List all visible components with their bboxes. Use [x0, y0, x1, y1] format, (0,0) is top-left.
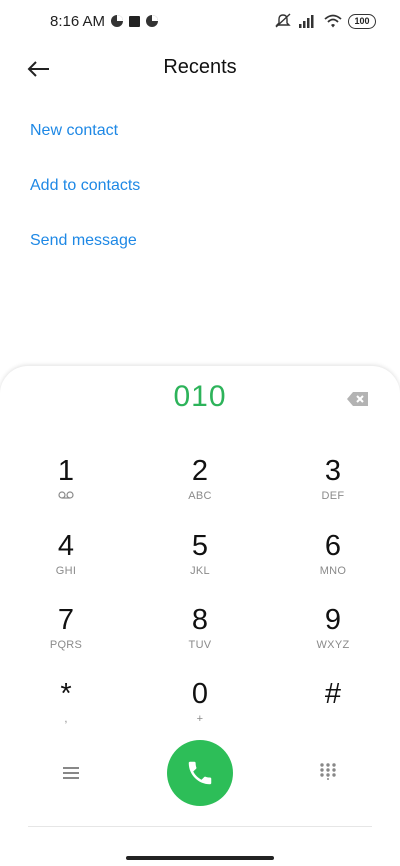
battery-indicator: 100 [348, 13, 376, 29]
key-digit: 3 [324, 455, 342, 487]
screen-record-icon [129, 15, 140, 27]
mute-bell-icon [275, 13, 291, 28]
key-letters: , [64, 713, 68, 725]
key-digit: 4 [57, 530, 75, 562]
key-digit: * [60, 678, 72, 710]
key-letters: GHI [55, 565, 77, 577]
key-digit: # [324, 678, 342, 710]
status-right-icons: 100 [274, 13, 376, 29]
key-digit: 6 [324, 530, 342, 562]
new-contact-link[interactable]: New contact [30, 112, 140, 167]
key-5[interactable]: 5 JKL [155, 529, 245, 589]
key-digit: 1 [57, 455, 75, 487]
home-indicator[interactable] [126, 856, 274, 860]
key-9[interactable]: 9 WXYZ [288, 603, 378, 663]
key-2[interactable]: 2 ABC [155, 454, 245, 514]
key-8[interactable]: 8 TUV [155, 603, 245, 663]
keypad-row: 1 2 ABC 3 DEF [0, 454, 400, 514]
keypad-row: * , 0 + # [0, 677, 400, 737]
divider [28, 826, 372, 827]
action-list: New contact Add to contacts Send message [30, 112, 140, 277]
keypad-row: 4 GHI 5 JKL 6 MNO [0, 529, 400, 589]
key-1[interactable]: 1 [21, 454, 111, 514]
key-0[interactable]: 0 + [155, 677, 245, 737]
top-bar: Recents [0, 44, 400, 94]
signal-icon [299, 15, 314, 28]
phone-icon [188, 761, 212, 785]
call-button[interactable] [167, 740, 233, 806]
key-4[interactable]: 4 GHI [21, 529, 111, 589]
data-saver-icon [111, 15, 123, 27]
dialed-number: 010 [173, 380, 227, 413]
status-time: 8:16 AM [50, 13, 106, 30]
key-letters: + [196, 713, 204, 725]
key-6[interactable]: 6 MNO [288, 529, 378, 589]
status-bar: 8:16 AM 100 [0, 0, 400, 44]
notification-icon [146, 15, 158, 27]
backspace-button[interactable] [346, 390, 370, 408]
dialpad-grid-icon[interactable] [319, 762, 337, 780]
add-to-contacts-link[interactable]: Add to contacts [30, 167, 140, 222]
page-title: Recents [163, 56, 237, 78]
backspace-icon [347, 392, 368, 406]
key-digit: 9 [324, 604, 342, 636]
key-digit: 7 [57, 604, 75, 636]
voicemail-icon [58, 491, 74, 499]
send-message-link[interactable]: Send message [30, 222, 140, 277]
key-7[interactable]: 7 PQRS [21, 603, 111, 663]
keypad-row: 7 PQRS 8 TUV 9 WXYZ [0, 603, 400, 663]
key-digit: 0 [191, 678, 209, 710]
key-3[interactable]: 3 DEF [288, 454, 378, 514]
key-star[interactable]: * , [21, 677, 111, 737]
key-letters: TUV [188, 639, 212, 651]
key-letters: DEF [321, 490, 345, 502]
key-digit: 5 [191, 530, 209, 562]
dialpad-sheet: 010 1 2 ABC 3 DEF 4 GHI 5 JKL 6 MNO 7 PQ… [0, 366, 400, 866]
menu-icon[interactable] [60, 764, 82, 782]
key-digit: 2 [191, 455, 209, 487]
key-digit: 8 [191, 604, 209, 636]
status-left-icons [111, 15, 158, 27]
key-letters: ABC [188, 490, 212, 502]
key-letters: JKL [190, 565, 210, 577]
key-hash[interactable]: # [288, 677, 378, 737]
wifi-icon [324, 14, 342, 28]
key-letters: MNO [319, 565, 347, 577]
key-letters: WXYZ [316, 639, 350, 651]
key-letters: PQRS [49, 639, 83, 651]
